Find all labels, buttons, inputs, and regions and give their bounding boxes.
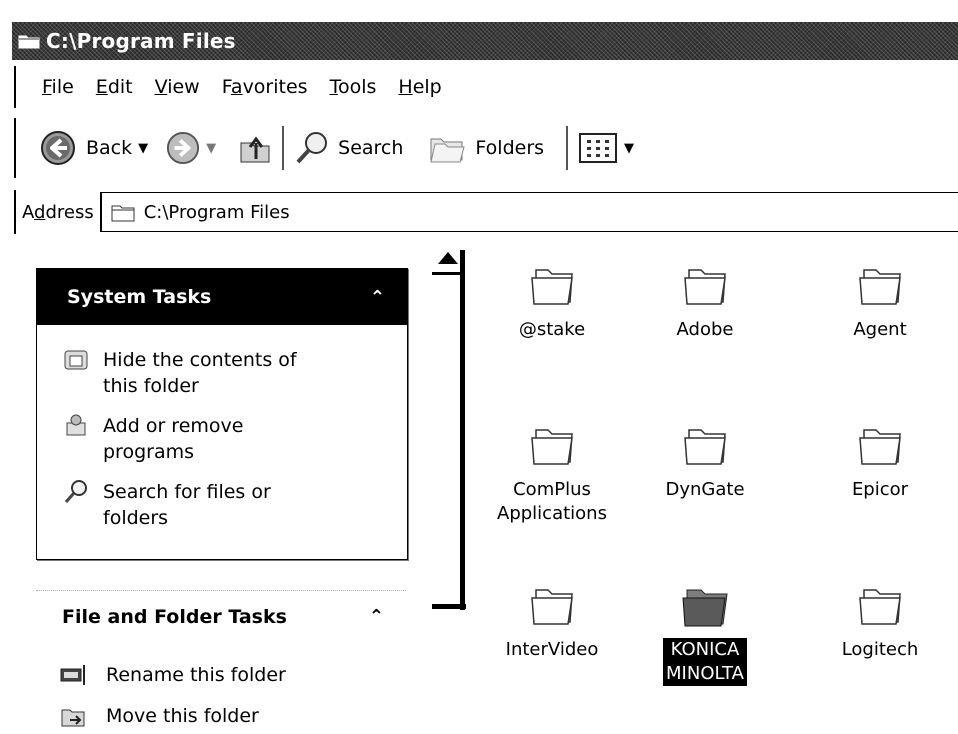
menu-edit[interactable]: Edit <box>96 76 133 98</box>
folder-label: InterVideo <box>505 639 599 660</box>
folder-item[interactable]: Agent <box>810 262 950 342</box>
task-rename-folder[interactable]: Rename this folder <box>60 663 286 687</box>
toolbar-separator <box>282 126 285 170</box>
add-remove-programs-icon <box>66 414 86 436</box>
folder-label: KONICA MINOLTA <box>663 638 747 686</box>
forward-arrow-icon <box>167 131 200 165</box>
folder-item[interactable]: InterVideo <box>482 582 622 662</box>
task-move-folder[interactable]: Move this folder <box>60 704 259 728</box>
search-label: Search <box>338 137 404 159</box>
task-line: folders <box>103 507 169 529</box>
folder-item[interactable]: Epicor <box>810 422 950 502</box>
task-line: Hide the contents of <box>103 349 297 371</box>
window-title: C:\Program Files <box>46 29 236 53</box>
folder-icon <box>684 429 726 465</box>
address-input[interactable]: C:\Program Files <box>99 192 958 232</box>
menu-favorites[interactable]: Favorites <box>222 76 308 98</box>
scrollbar-divider <box>432 604 466 609</box>
move-icon <box>61 709 85 727</box>
system-tasks-panel: System Tasks ⌃ Hide the contents of this… <box>36 268 408 560</box>
back-arrow-icon <box>41 131 75 165</box>
folder-icon <box>682 589 728 627</box>
back-label: Back <box>86 137 133 159</box>
folder-icon <box>859 269 901 305</box>
folder-label: DynGate <box>665 479 745 500</box>
file-folder-tasks-title: File and Folder Tasks <box>62 605 287 628</box>
scrollbar-divider <box>432 272 460 275</box>
search-icon <box>296 132 328 164</box>
folder-item[interactable]: DynGate <box>635 422 775 502</box>
task-line: Add or remove <box>103 415 244 437</box>
forward-button[interactable]: ▼ <box>166 131 216 165</box>
address-bar: Address C:\Program Files <box>14 190 958 234</box>
folder-label: Adobe <box>676 319 734 340</box>
folder-label: Epicor <box>851 479 909 500</box>
folder-item[interactable]: @stake <box>482 262 622 342</box>
system-tasks-title: System Tasks <box>67 286 212 308</box>
task-add-remove-programs[interactable]: Add or remove programs <box>63 413 243 465</box>
search-button[interactable]: Search <box>294 130 403 166</box>
folder-icon <box>859 429 901 465</box>
menu-tools[interactable]: Tools <box>330 76 377 98</box>
title-bar[interactable]: C:\Program Files <box>12 22 958 60</box>
up-folder-button[interactable] <box>238 131 272 165</box>
folder-icon <box>859 589 901 625</box>
task-line: programs <box>103 441 195 463</box>
chevron-down-icon[interactable]: ▼ <box>206 141 216 156</box>
task-line: this folder <box>103 375 199 397</box>
views-button[interactable]: ▼ <box>578 131 634 165</box>
folder-label: Logitech <box>841 639 919 660</box>
folder-icon <box>531 269 573 305</box>
collapse-icon[interactable]: ⌃ <box>370 287 385 308</box>
menu-file[interactable]: File <box>42 76 74 98</box>
scrollbar-track[interactable] <box>460 250 465 610</box>
up-folder-icon <box>240 136 270 163</box>
menu-bar: File Edit View Favorites Tools Help <box>14 66 958 108</box>
task-line: Search for files or <box>103 481 271 503</box>
task-hide-contents[interactable]: Hide the contents of this folder <box>63 347 297 399</box>
hide-contents-icon <box>64 350 88 370</box>
chevron-down-icon[interactable]: ▼ <box>624 141 634 156</box>
task-label: Move this folder <box>106 705 259 727</box>
menu-view[interactable]: View <box>155 76 200 98</box>
task-label: Rename this folder <box>106 664 286 686</box>
folder-icon <box>684 269 726 305</box>
file-folder-tasks-header[interactable]: File and Folder Tasks ⌃ <box>36 590 406 642</box>
collapse-icon[interactable]: ⌃ <box>369 606 384 627</box>
views-icon <box>579 133 618 163</box>
folder-icon <box>111 205 135 222</box>
folders-icon <box>430 138 466 163</box>
back-button[interactable]: Back ▼ <box>40 130 148 166</box>
folders-label: Folders <box>475 137 545 159</box>
toolbar: Back ▼ ▼ Search Folders ▼ <box>14 118 958 178</box>
menu-help[interactable]: Help <box>398 76 441 98</box>
task-pane-scrollbar[interactable] <box>432 250 466 610</box>
folder-label: Agent <box>853 319 907 340</box>
chevron-down-icon[interactable]: ▼ <box>138 141 148 156</box>
rename-icon <box>60 665 85 685</box>
folder-icon <box>531 589 573 625</box>
folder-item[interactable]: KONICA MINOLTA <box>635 582 775 686</box>
toolbar-separator <box>566 126 569 170</box>
folder-label: @stake <box>518 319 586 340</box>
folder-item[interactable]: Logitech <box>810 582 950 662</box>
folder-item[interactable]: ComPlus Applications <box>482 422 622 526</box>
folder-label: ComPlus Applications <box>497 479 607 524</box>
folder-icon <box>18 35 40 49</box>
folder-item[interactable]: Adobe <box>635 262 775 342</box>
address-label: Address <box>22 201 94 223</box>
folders-button[interactable]: Folders <box>427 131 544 165</box>
address-value: C:\Program Files <box>143 201 290 223</box>
search-icon <box>64 480 87 503</box>
folder-icon <box>531 429 573 465</box>
task-search-files[interactable]: Search for files or folders <box>63 479 271 531</box>
system-tasks-header[interactable]: System Tasks ⌃ <box>37 269 407 325</box>
scroll-up-arrow-icon[interactable] <box>438 252 458 264</box>
